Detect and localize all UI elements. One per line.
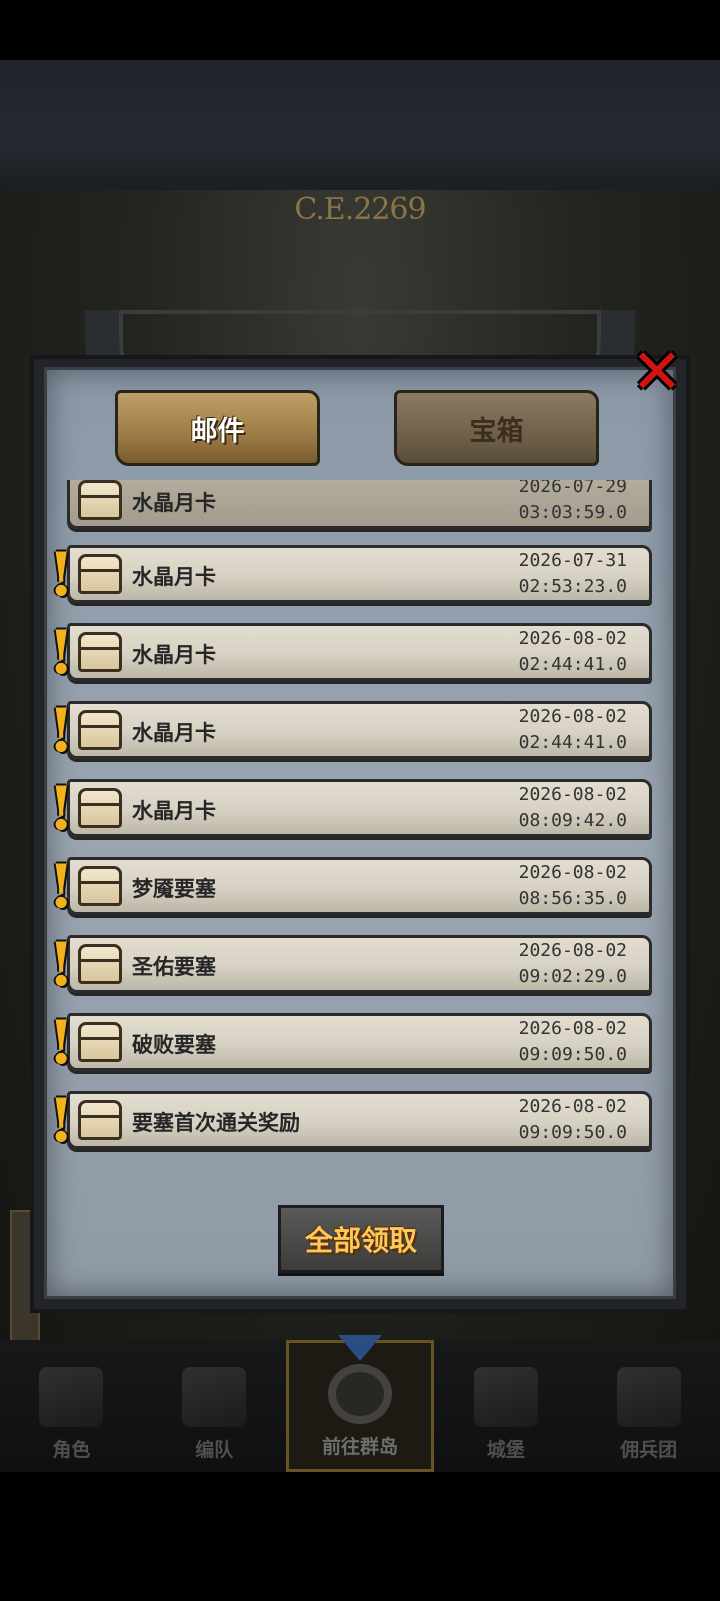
mail-time: 08:56:35.0: [518, 888, 627, 909]
character-icon: [39, 1367, 104, 1427]
mail-item[interactable]: ! 水晶月卡 2026-08-02 02:44:41.0: [48, 623, 652, 683]
mail-timestamp: 2026-08-02 09:02:29.0: [519, 938, 627, 990]
nav-label: 佣兵团: [620, 1439, 678, 1461]
tab-chest[interactable]: 宝箱: [394, 390, 599, 466]
alert-icon: !: [48, 540, 75, 610]
mail-time: 03:03:59.0: [518, 502, 627, 523]
mail-title: 梦魇要塞: [132, 877, 216, 901]
nav-item-character[interactable]: 角色: [0, 1340, 143, 1472]
mail-item[interactable]: ! 圣佑要塞 2026-08-02 09:02:29.0: [48, 935, 652, 995]
mail-item[interactable]: ! 水晶月卡 2026-08-02 08:09:42.0: [48, 779, 652, 839]
mail-time: 09:09:50.0: [518, 1044, 627, 1065]
mail-date: 2026-08-02: [518, 706, 627, 727]
mail-timestamp: 2026-08-02 09:09:50.0: [519, 1094, 627, 1146]
nav-label: 编队: [195, 1439, 234, 1461]
mail-time: 02:53:23.0: [518, 576, 627, 597]
mail-title: 水晶月卡: [132, 565, 216, 589]
mail-item[interactable]: ! 梦魇要塞 2026-08-02 08:56:35.0: [48, 857, 652, 917]
chest-icon: [78, 710, 122, 750]
alert-icon: !: [48, 1086, 75, 1156]
tab-mail[interactable]: 邮件: [115, 390, 320, 466]
mail-title: 要塞首次通关奖励: [132, 1111, 300, 1135]
chest-icon: [78, 554, 122, 594]
nav-item-castle[interactable]: 城堡: [434, 1340, 577, 1472]
mail-timestamp: 2026-08-02 08:09:42.0: [519, 782, 627, 834]
mail-time: 02:44:41.0: [518, 732, 627, 753]
mail-title: 水晶月卡: [132, 491, 216, 515]
status-bar-area: [0, 0, 720, 60]
mail-item[interactable]: ! 水晶月卡 2026-07-31 02:53:23.0: [48, 545, 652, 605]
mail-timestamp: 2026-08-02 08:56:35.0: [519, 860, 627, 912]
alert-icon: !: [48, 774, 75, 844]
mail-title: 圣佑要塞: [132, 955, 216, 979]
compass-icon: [327, 1364, 392, 1424]
mercenary-icon: [616, 1367, 681, 1427]
claim-all-button[interactable]: 全部领取: [278, 1205, 444, 1273]
mail-date: 2026-07-31: [518, 550, 627, 571]
mail-timestamp: 2026-07-31 02:53:23.0: [519, 548, 627, 600]
mail-date: 2026-08-02: [518, 1096, 627, 1117]
mail-time: 02:44:41.0: [518, 654, 627, 675]
background-year-label: C.E.2269: [294, 192, 426, 227]
mail-timestamp: 2026-08-02 02:44:41.0: [519, 704, 627, 756]
close-button[interactable]: ✕: [630, 341, 684, 403]
alert-icon: !: [48, 852, 75, 922]
mail-title: 破败要塞: [132, 1033, 216, 1057]
alert-icon: !: [48, 1008, 75, 1078]
mail-time: 08:09:42.0: [518, 810, 627, 831]
mail-date: 2026-08-02: [518, 862, 627, 883]
chest-icon: [78, 1100, 122, 1140]
chest-icon: [78, 1022, 122, 1062]
mail-date: 2026-08-02: [518, 628, 627, 649]
alert-icon: !: [48, 696, 75, 766]
chest-icon: [78, 632, 122, 672]
mail-timestamp: 2026-08-02 02:44:41.0: [519, 626, 627, 678]
mail-item[interactable]: ! 水晶月卡 2026-08-02 02:44:41.0: [48, 701, 652, 761]
nav-label: 角色: [52, 1439, 91, 1461]
nav-label: 前往群岛: [321, 1436, 398, 1458]
mail-item[interactable]: ! 要塞首次通关奖励 2026-08-02 09:09:50.0: [48, 1091, 652, 1151]
mail-item[interactable]: 水晶月卡 2026-07-29 03:03:59.0: [67, 480, 652, 529]
nav-label: 城堡: [486, 1439, 525, 1461]
chest-icon: [78, 866, 122, 906]
mail-time: 09:02:29.0: [518, 966, 627, 987]
chevron-down-icon: [337, 1335, 382, 1365]
nav-item-formation[interactable]: 编队: [143, 1340, 286, 1472]
mail-date: 2026-07-29: [518, 480, 627, 497]
bottom-nav: 角色 编队 前往群岛 城堡 佣兵团: [0, 1335, 720, 1472]
mail-date: 2026-08-02: [518, 1018, 627, 1039]
top-banner: [0, 60, 720, 190]
mail-time: 09:09:50.0: [518, 1122, 627, 1143]
mail-date: 2026-08-02: [518, 784, 627, 805]
alert-icon: !: [48, 618, 75, 688]
nav-item-islands[interactable]: 前往群岛: [285, 1335, 435, 1472]
castle-icon: [473, 1367, 538, 1427]
formation-icon: [182, 1367, 247, 1427]
mail-date: 2026-08-02: [518, 940, 627, 961]
nav-item-mercenary[interactable]: 佣兵团: [577, 1340, 720, 1472]
mail-title: 水晶月卡: [132, 721, 216, 745]
chest-icon: [78, 480, 122, 520]
mail-timestamp: 2026-07-29 03:03:59.0: [519, 480, 627, 526]
alert-icon: !: [48, 930, 75, 1000]
chest-icon: [78, 788, 122, 828]
mail-title: 水晶月卡: [132, 643, 216, 667]
chest-icon: [78, 944, 122, 984]
mail-title: 水晶月卡: [132, 799, 216, 823]
mail-list[interactable]: 水晶月卡 2026-07-29 03:03:59.0 ! 水晶月卡 2026-0…: [45, 480, 665, 1175]
bottom-bar-area: [0, 1472, 720, 1601]
mail-item[interactable]: ! 破败要塞 2026-08-02 09:09:50.0: [48, 1013, 652, 1073]
mail-timestamp: 2026-08-02 09:09:50.0: [519, 1016, 627, 1068]
